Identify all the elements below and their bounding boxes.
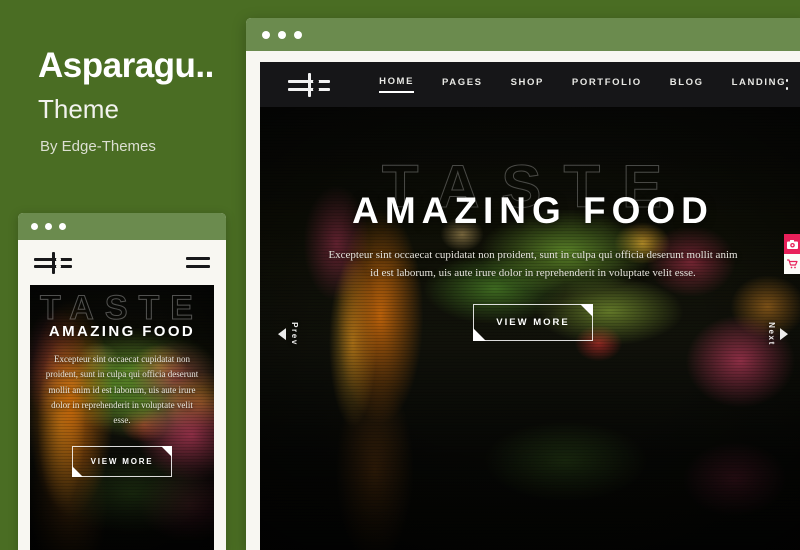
mobile-hero-view-more-label: VIEW MORE — [90, 457, 154, 467]
nav-item-pages[interactable]: PAGES — [442, 77, 483, 92]
window-dot-maximize[interactable] — [294, 30, 302, 39]
hero-title: AMAZING FOOD — [352, 190, 714, 231]
arrow-right-icon — [780, 328, 788, 340]
nav-item-landing[interactable]: LANDING — [732, 77, 786, 92]
theme-title: Asparagu.. — [38, 46, 214, 85]
mobile-notch-bottom-left — [71, 466, 83, 478]
mobile-site-logo-icon[interactable] — [34, 251, 72, 274]
mobile-hero-view-more-button[interactable]: VIEW MORE — [71, 446, 173, 478]
desktop-window-titlebar — [246, 18, 800, 51]
shopping-cart-icon — [786, 259, 798, 269]
nav-item-home[interactable]: HOME — [379, 76, 415, 93]
site-logo-icon[interactable] — [288, 72, 330, 97]
mobile-hero-description: Excepteur sint occaecat cupidatat non pr… — [45, 354, 199, 426]
mobile-window-dot-minimize[interactable] — [45, 223, 52, 230]
hero-description: Excepteur sint occaecat cupidatat non pr… — [328, 248, 738, 279]
mobile-notch-top-right — [161, 446, 173, 458]
desktop-preview-window: HOME PAGES SHOP PORTFOLIO BLOG LANDING T… — [246, 18, 800, 550]
hero-view-more-button[interactable]: VIEW MORE — [473, 303, 593, 341]
mobile-preview-window: TASTE AMAZING FOOD Excepteur sint occaec… — [18, 213, 226, 550]
nav-item-shop[interactable]: SHOP — [511, 77, 544, 92]
notch-top-right — [579, 303, 593, 317]
camera-icon — [786, 239, 798, 249]
mobile-window-controls[interactable] — [31, 223, 66, 230]
slider-next-label: Next — [767, 322, 776, 346]
desktop-window-body: HOME PAGES SHOP PORTFOLIO BLOG LANDING T… — [246, 51, 800, 550]
hero-content: AMAZING FOOD Excepteur sint occaecat cup… — [260, 190, 800, 341]
slider-next-button[interactable]: Next — [767, 322, 788, 346]
camera-button[interactable] — [784, 234, 800, 254]
shopping-cart-button[interactable] — [784, 254, 800, 274]
notch-bottom-left — [473, 327, 487, 341]
mobile-hero-content: AMAZING FOOD Excepteur sint occaecat cup… — [30, 323, 214, 478]
nav-item-blog[interactable]: BLOG — [670, 77, 704, 92]
hero-slider: TASTE AMAZING FOOD Excepteur sint occaec… — [260, 107, 800, 550]
window-dot-close[interactable] — [262, 30, 270, 39]
mobile-hamburger-menu-icon[interactable] — [186, 257, 210, 268]
mobile-hero-ghost-text: TASTE — [40, 289, 204, 327]
theme-author: By Edge-Themes — [40, 138, 156, 155]
window-dot-minimize[interactable] — [278, 30, 286, 39]
site-nav-menu: HOME PAGES SHOP PORTFOLIO BLOG LANDING — [379, 76, 786, 93]
floating-side-buttons — [784, 234, 800, 274]
mobile-hero-slider: TASTE AMAZING FOOD Excepteur sint occaec… — [30, 285, 214, 550]
window-controls[interactable] — [262, 30, 302, 39]
mobile-window-titlebar — [18, 213, 226, 240]
slider-prev-label: Prev — [290, 322, 299, 346]
hero-view-more-label: VIEW MORE — [496, 316, 570, 328]
hamburger-menu-icon[interactable] — [786, 79, 788, 90]
nav-item-portfolio[interactable]: PORTFOLIO — [572, 77, 642, 92]
site-navbar: HOME PAGES SHOP PORTFOLIO BLOG LANDING — [260, 62, 800, 107]
theme-subtitle: Theme — [38, 94, 119, 124]
slider-prev-button[interactable]: Prev — [278, 322, 299, 346]
arrow-left-icon — [278, 328, 286, 340]
mobile-window-dot-close[interactable] — [31, 223, 38, 230]
mobile-window-dot-maximize[interactable] — [59, 223, 66, 230]
mobile-site-navbar — [18, 240, 226, 285]
mobile-hero-title: AMAZING FOOD — [48, 323, 196, 340]
